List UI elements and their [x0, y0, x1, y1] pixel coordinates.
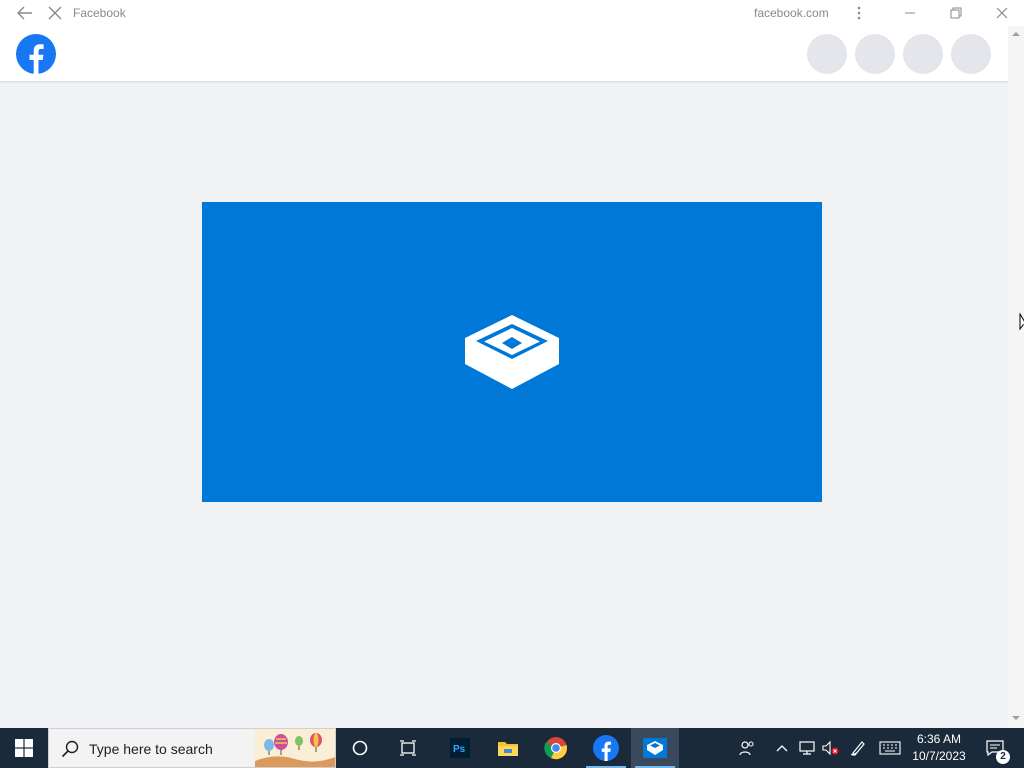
pen-icon: [850, 741, 865, 756]
hot-air-balloons-icon: [255, 729, 335, 767]
search-placeholder: Type here to search: [89, 741, 213, 757]
keyboard-icon: [879, 741, 901, 755]
facebook-logo-icon: [16, 34, 56, 74]
taskbar-app-facebook[interactable]: [582, 728, 630, 768]
taskbar-app-photoshop[interactable]: Ps: [436, 728, 484, 768]
more-options-button[interactable]: [848, 0, 870, 26]
taskbar-clock[interactable]: 6:36 AM 10/7/2023: [906, 731, 972, 765]
people-icon: [739, 741, 754, 756]
windows-logo-icon: [15, 739, 33, 757]
photoshop-icon: Ps: [450, 738, 470, 758]
taskbar-app-box[interactable]: [631, 728, 679, 768]
facebook-icon: [593, 735, 619, 761]
pen-workspace-button[interactable]: [848, 728, 868, 768]
restore-button[interactable]: [942, 0, 970, 26]
close-x-icon: [48, 6, 62, 20]
volume-muted-icon: [822, 740, 839, 756]
close-icon: [996, 7, 1008, 19]
chrome-icon: [544, 737, 567, 760]
minimize-icon: [905, 12, 915, 14]
network-button[interactable]: [796, 728, 818, 768]
search-icon: [61, 740, 79, 758]
back-button[interactable]: [12, 0, 38, 26]
taskbar-app-file-explorer[interactable]: [484, 728, 532, 768]
chevron-up-icon: [776, 745, 788, 752]
header-action-button-1[interactable]: [807, 34, 847, 74]
app-box-icon: [465, 315, 559, 389]
vertical-scrollbar[interactable]: [1008, 26, 1024, 728]
header-action-button-3[interactable]: [903, 34, 943, 74]
window-title: Facebook: [73, 6, 126, 20]
action-center-button[interactable]: 2: [978, 728, 1012, 768]
app-splash-screen: [202, 202, 822, 502]
clock-date: 10/7/2023: [912, 749, 966, 763]
scroll-down-icon[interactable]: [1012, 714, 1020, 722]
facebook-header: [0, 26, 1008, 82]
header-action-button-4[interactable]: [951, 34, 991, 74]
touch-keyboard-button[interactable]: [876, 728, 904, 768]
taskbar-app-chrome[interactable]: [532, 728, 580, 768]
task-view-button[interactable]: [388, 728, 428, 768]
header-action-button-2[interactable]: [855, 34, 895, 74]
scroll-up-icon[interactable]: [1012, 30, 1020, 38]
taskbar-search-box[interactable]: Type here to search: [48, 728, 336, 768]
start-button[interactable]: [0, 728, 48, 768]
app-box-taskbar-icon: [643, 738, 667, 758]
cortana-button[interactable]: [340, 728, 380, 768]
vertical-dots-icon: [857, 6, 861, 20]
clock-time: 6:36 AM: [916, 732, 962, 746]
minimize-button[interactable]: [896, 0, 924, 26]
windows-taskbar: Type here to search Ps 6:36 AM 10/7/2023…: [0, 728, 1024, 768]
cortana-circle-icon: [352, 740, 368, 756]
site-domain: facebook.com: [754, 6, 829, 20]
network-icon: [799, 741, 815, 755]
close-window-button[interactable]: [988, 0, 1016, 26]
facebook-logo-link[interactable]: [16, 34, 56, 74]
mouse-cursor-icon: [1019, 313, 1024, 331]
volume-button[interactable]: [820, 728, 840, 768]
show-hidden-icons-button[interactable]: [772, 728, 792, 768]
people-button[interactable]: [736, 728, 758, 768]
task-view-icon: [400, 740, 416, 756]
app-titlebar: Facebook facebook.com: [0, 0, 1024, 26]
folder-icon: [498, 742, 518, 756]
stop-loading-button[interactable]: [42, 0, 68, 26]
svg-text:Ps: Ps: [453, 744, 466, 755]
back-arrow-icon: [17, 6, 32, 20]
restore-icon: [950, 7, 962, 19]
notification-count-badge: 2: [996, 750, 1010, 764]
